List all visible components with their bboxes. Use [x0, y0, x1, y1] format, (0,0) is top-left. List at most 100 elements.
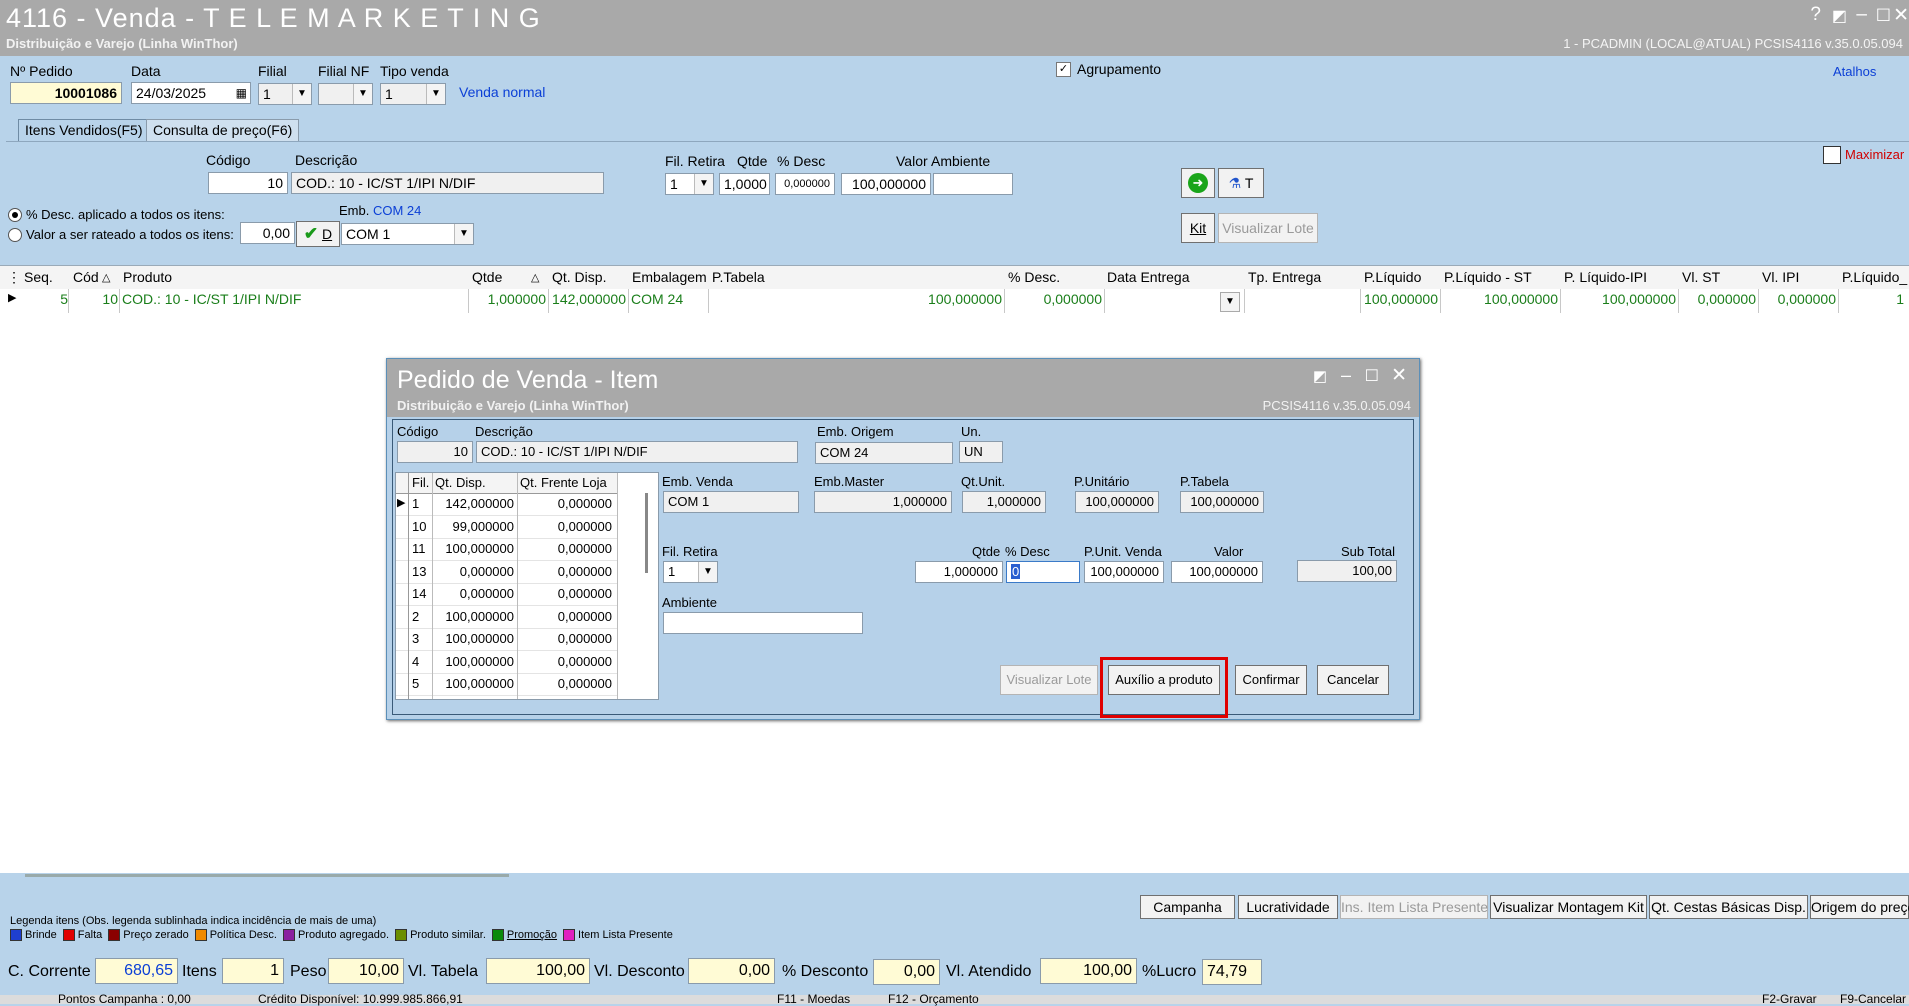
maximize-icon[interactable]: ☐ — [1365, 366, 1379, 386]
table-row[interactable]: ▶ 5 10 COD.: 10 - IC/ST 1/IPI N/DIF 1,00… — [0, 289, 1909, 313]
table-row[interactable]: 2 100,000000 0,000000 — [396, 606, 618, 629]
cancelar-button[interactable]: Cancelar — [1317, 665, 1389, 695]
col-embalagem[interactable]: Embalagem — [632, 269, 707, 285]
radio-valor-rateado[interactable] — [8, 228, 22, 242]
origem-preco-button[interactable]: Origem do preço — [1810, 895, 1909, 919]
restore-icon[interactable]: ◩ — [1832, 6, 1847, 26]
vertical-scrollbar[interactable] — [645, 493, 648, 573]
maximize-icon[interactable]: ☐ — [1876, 6, 1891, 26]
apply-discount-button[interactable]: ✔ D — [296, 221, 340, 247]
table-row[interactable]: 4 100,000000 0,000000 — [396, 651, 618, 674]
col-pliquido-st[interactable]: P.Líquido - ST — [1444, 269, 1532, 285]
cell-embalagem: COM 24 — [631, 291, 684, 307]
entry-valor-field[interactable]: 100,000000 — [841, 173, 931, 195]
table-row[interactable]: 14 0,000000 0,000000 — [396, 583, 618, 606]
kit-button[interactable]: Kit — [1181, 213, 1215, 243]
dlg-valor-field[interactable]: 100,000000 — [1171, 561, 1263, 583]
lucratividade-button[interactable]: Lucratividade — [1238, 895, 1338, 919]
calendar-icon[interactable]: ▦ — [236, 83, 247, 103]
col-tpentrega[interactable]: Tp. Entrega — [1248, 269, 1321, 285]
col-pliquido-ipi[interactable]: P. Líquido-IPI — [1564, 269, 1647, 285]
entry-qtde-field[interactable]: 1,0000 — [719, 173, 770, 195]
legend-swatch — [62, 929, 75, 942]
entry-ambiente-field[interactable] — [933, 173, 1013, 195]
chevron-down-icon: ▼ — [698, 562, 717, 582]
restore-icon[interactable]: ◩ — [1313, 367, 1327, 385]
horizontal-scrollbar[interactable] — [25, 874, 509, 877]
dialog-title: Pedido de Venda - Item — [397, 366, 659, 394]
close-icon[interactable]: ✕ — [1391, 364, 1407, 387]
table-row[interactable]: 11 100,000000 0,000000 — [396, 538, 618, 561]
col-pliquido[interactable]: P.Líquido — [1364, 269, 1421, 285]
confirm-arrow-button[interactable]: ➜ — [1181, 168, 1215, 198]
dlg-punitvenda-field[interactable]: 100,000000 — [1084, 561, 1164, 583]
dlg-filretira-select[interactable]: 1 ▼ — [663, 561, 718, 583]
rateio-field[interactable]: 0,00 — [240, 222, 295, 244]
stock-col-qtdisp[interactable]: Qt. Disp. — [435, 475, 486, 490]
qt-cestas-button[interactable]: Qt. Cestas Básicas Disp. — [1649, 895, 1808, 919]
stock-cell-qtfrente: 0,000000 — [557, 653, 612, 669]
items-grid-header: ⋮ Seq. Cód △ Produto Qtde △ Qt. Disp. Em… — [0, 265, 1909, 291]
stock-col-qtfrente[interactable]: Qt. Frente Loja — [520, 475, 607, 490]
stock-col-fil[interactable]: Fil. — [412, 475, 429, 490]
col-cod[interactable]: Cód — [73, 269, 99, 285]
dlg-desc-field[interactable]: 0 — [1006, 561, 1080, 583]
emb-select[interactable]: COM 1 ▼ — [341, 223, 474, 245]
table-row[interactable]: 13 0,000000 0,000000 — [396, 561, 618, 584]
table-row[interactable]: 10 99,000000 0,000000 — [396, 516, 618, 539]
col-ptabela[interactable]: P.Tabela — [712, 269, 765, 285]
filial-label: Filial — [258, 63, 287, 79]
data-field[interactable]: 24/03/2025 ▦ — [131, 82, 251, 104]
tipovenda-select[interactable]: 1 ▼ — [380, 83, 446, 105]
confirmar-button[interactable]: Confirmar — [1235, 665, 1307, 695]
entry-filretira-select[interactable]: 1 ▼ — [665, 173, 714, 195]
grid-divider — [1758, 289, 1759, 313]
chevron-down-icon[interactable]: ▼ — [1220, 292, 1240, 312]
maximizar-link[interactable]: Maximizar — [1845, 147, 1904, 162]
close-icon[interactable]: ✕ — [1893, 4, 1909, 27]
col-qtdisp[interactable]: Qt. Disp. — [552, 269, 606, 285]
ins-item-lista-button[interactable]: Ins. Item Lista Presente — [1340, 895, 1488, 919]
col-qtde[interactable]: Qtde — [472, 269, 502, 285]
col-vlipi[interactable]: Vl. IPI — [1762, 269, 1799, 285]
entry-desc-field[interactable]: 0,000000 — [775, 173, 835, 195]
col-desc[interactable]: % Desc. — [1008, 269, 1060, 285]
table-row[interactable]: 3 100,000000 0,000000 — [396, 628, 618, 651]
pedido-field[interactable]: 10001086 — [10, 82, 122, 104]
stock-grid[interactable]: Fil. Qt. Disp. Qt. Frente Loja ▶ 1 142,000… — [395, 472, 659, 700]
legend-label: Falta — [77, 929, 103, 941]
auxilio-produto-button[interactable]: Auxílio a produto — [1108, 665, 1220, 695]
col-seq[interactable]: Seq. — [24, 269, 53, 285]
col-pliquido-extra[interactable]: P.Líquido_ — [1842, 269, 1907, 285]
maximize-icon[interactable] — [1823, 146, 1841, 164]
agrupamento-checkbox[interactable]: ✓ — [1056, 62, 1071, 77]
minimize-icon[interactable]: – — [1341, 365, 1351, 386]
grid-menu-icon[interactable]: ⋮ — [7, 269, 21, 286]
totals-bar: C. Corrente 680,65 Itens 1 Peso 10,00 Vl… — [0, 955, 1909, 991]
t-button[interactable]: ⚗ T — [1218, 168, 1264, 198]
atalhos-link[interactable]: Atalhos — [1833, 64, 1876, 79]
grid-divider — [468, 289, 469, 313]
campanha-button[interactable]: Campanha — [1140, 895, 1235, 919]
entry-codigo-field[interactable]: 10 — [208, 172, 288, 194]
col-dataentrega[interactable]: Data Entrega — [1107, 269, 1190, 285]
visualizar-montagem-kit-button[interactable]: Visualizar Montagem Kit — [1490, 895, 1647, 919]
visualizar-lote-button[interactable]: Visualizar Lote — [1218, 213, 1318, 243]
dialog-version: PCSIS4116 v.35.0.05.094 — [1262, 398, 1411, 413]
dlg-embmaster-field: 1,000000 — [814, 491, 952, 513]
filial-select[interactable]: 1 ▼ — [258, 83, 312, 105]
tab-consulta-preco[interactable]: Consulta de preço(F6) — [146, 119, 300, 141]
table-row[interactable]: ▶ 1 142,000000 0,000000 — [396, 493, 618, 516]
dlg-qtde-field[interactable]: 1,000000 — [915, 561, 1003, 583]
dlg-visualizar-lote-button[interactable]: Visualizar Lote — [1000, 665, 1098, 695]
ccorrente-field: 680,65 — [95, 958, 178, 984]
filialnf-select[interactable]: ▼ — [318, 83, 373, 105]
tab-itens-vendidos[interactable]: Itens Vendidos(F5) — [18, 119, 150, 141]
col-produto[interactable]: Produto — [123, 269, 172, 285]
help-icon[interactable]: ? — [1810, 4, 1821, 26]
col-vlst[interactable]: Vl. ST — [1682, 269, 1720, 285]
radio-desc-aplicado[interactable] — [8, 208, 22, 222]
dlg-ambiente-field[interactable] — [663, 612, 863, 634]
minimize-icon[interactable]: – — [1856, 4, 1867, 26]
table-row[interactable]: 5 100,000000 0,000000 — [396, 673, 618, 696]
